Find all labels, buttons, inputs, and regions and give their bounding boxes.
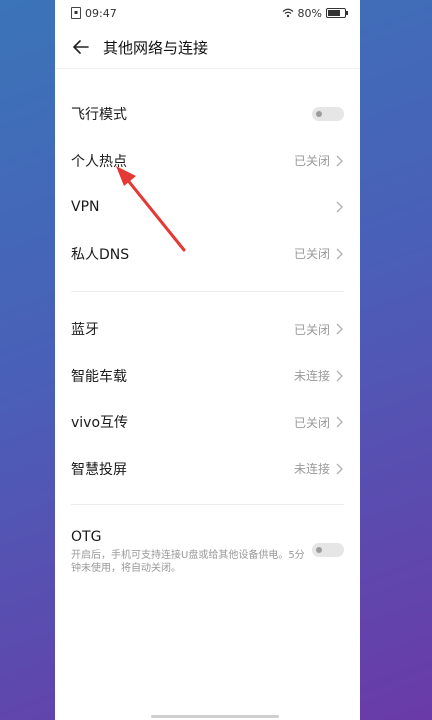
chevron-right-icon [336,323,343,335]
otg-toggle[interactable] [312,543,344,557]
status-time: 09:47 [85,6,117,20]
connection-group: 蓝牙 已关闭 智能车载 未连接 vivo互传 已关闭 智慧投屏 未连接 [55,306,360,492]
settings-screen: ▪ 09:47 80% 其他网络与连接 飞行模式 个人热点 已关闭 VPN 私人… [55,0,360,720]
row-value: 已关闭 [293,415,330,430]
row-label: 智慧投屏 [71,461,127,478]
row-label: vivo互传 [71,415,129,432]
vpn-row[interactable]: VPN [71,184,344,231]
row-value: 已关闭 [293,154,330,169]
network-group: 飞行模式 个人热点 已关闭 VPN 私人DNS 已关闭 [55,91,360,277]
private-dns-row[interactable]: 私人DNS 已关闭 [71,231,344,278]
row-label: VPN [71,199,100,216]
bluetooth-row[interactable]: 蓝牙 已关闭 [71,306,344,353]
row-label: 飞行模式 [71,107,127,124]
row-label: 智能车载 [71,368,127,385]
header: 其他网络与连接 [55,26,360,69]
otg-label: OTG [71,529,102,545]
row-value: 未连接 [293,369,330,384]
screen-cast-row[interactable]: 智慧投屏 未连接 [71,446,344,493]
home-indicator[interactable] [151,715,279,718]
chevron-right-icon [336,370,343,382]
row-value: 已关闭 [293,322,330,337]
back-arrow-icon[interactable] [71,37,91,57]
row-label: 个人热点 [71,153,127,170]
status-bar: ▪ 09:47 80% [55,0,360,26]
chevron-right-icon [336,416,343,428]
hotspot-row[interactable]: 个人热点 已关闭 [71,138,344,185]
row-value: 未连接 [293,462,330,477]
chevron-right-icon [336,201,343,213]
page-title: 其他网络与连接 [103,38,209,57]
otg-row[interactable]: OTG 开启后，手机可支持连接U盘或给其他设备供电。5分钟未使用，将自动关闭。 [55,505,360,575]
row-value: 已关闭 [293,247,330,262]
chevron-right-icon [336,155,343,167]
row-label: 私人DNS [71,246,130,263]
car-connect-row[interactable]: 智能车载 未连接 [71,353,344,400]
chevron-right-icon [336,248,343,260]
battery-percent: 80% [297,6,322,20]
otg-description: 开启后，手机可支持连接U盘或给其他设备供电。5分钟未使用，将自动关闭。 [71,550,305,574]
sim-card-icon: ▪ [71,7,81,19]
wifi-icon [282,8,293,18]
chevron-right-icon [336,463,343,475]
row-label: 蓝牙 [71,322,99,339]
airplane-mode-row[interactable]: 飞行模式 [71,91,344,138]
vivo-share-row[interactable]: vivo互传 已关闭 [71,399,344,446]
airplane-mode-toggle[interactable] [312,107,344,122]
battery-icon [326,8,348,18]
